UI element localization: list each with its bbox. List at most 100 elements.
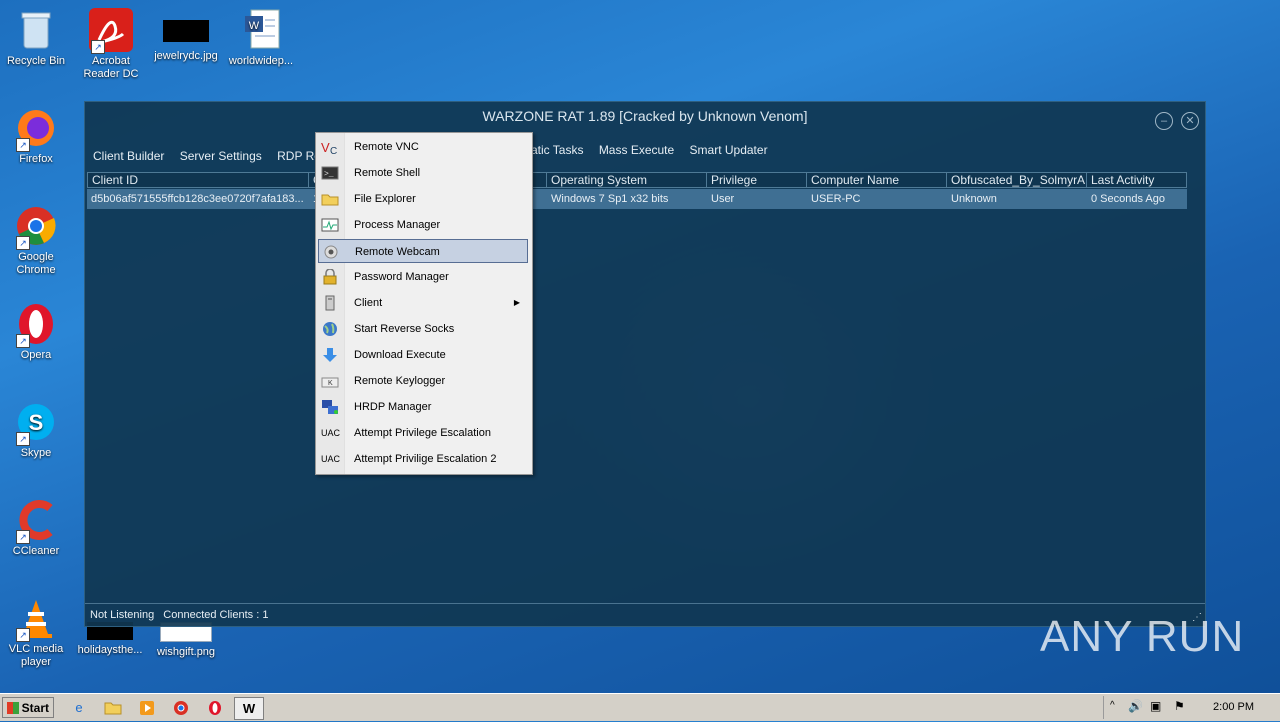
menu-item-label: Remote Webcam [355,246,440,258]
column-header-os[interactable]: Operating System [547,172,707,188]
explorer-taskbar-icon[interactable] [102,697,124,718]
action-center-flag-icon[interactable]: ⚑ [1174,699,1185,713]
start-button[interactable]: Start [2,697,54,718]
menu-item-reverse-socks[interactable]: Start Reverse Socks [318,317,528,341]
svg-text:W: W [249,20,260,32]
shortcut-arrow-icon: ↗ [91,40,105,54]
column-header-computer-name[interactable]: Computer Name [807,172,947,188]
ccleaner-desktop-icon[interactable]: ↗ CCleaner [0,498,72,558]
menu-item-download-execute[interactable]: Download Execute [318,343,528,367]
firefox-label: Firefox [19,153,53,165]
cell-client-id: d5b06af571555ffcb128c3ee0720f7afa183... [91,193,304,205]
chrome-taskbar-icon[interactable] [170,697,192,718]
table-row[interactable]: d5b06af571555ffcb128c3ee0720f7afa183... … [87,189,1187,209]
column-header-privilege[interactable]: Privilege [707,172,807,188]
menu-mass-execute[interactable]: Mass Execute [599,143,674,157]
svg-text:S: S [29,410,44,435]
terminal-icon: >_ [321,165,339,181]
menu-item-hrdp-manager[interactable]: HRDP Manager [318,395,528,419]
warzone-rat-window[interactable]: WARZONE RAT 1.89 [Cracked by Unknown Ven… [84,101,1206,627]
word-doc-desktop-icon[interactable]: W worldwidep... [225,8,297,68]
network-icon[interactable]: ▣ [1150,699,1161,713]
shortcut-arrow-icon: ↗ [16,530,30,544]
vlc-desktop-icon[interactable]: ↗ VLC media player [0,596,72,669]
globe-icon [321,321,339,337]
firefox-desktop-icon[interactable]: ↗ Firefox [0,106,72,166]
menu-item-remote-shell[interactable]: >_ Remote Shell [318,161,528,185]
minimize-button[interactable]: – [1155,112,1173,130]
table-header: Client ID C Operating System Privilege C… [87,172,1187,188]
clock[interactable]: 2:00 PM [1213,701,1254,713]
vlc-label: VLC media player [8,643,64,668]
menu-item-label: Download Execute [354,349,446,361]
column-header-client-id[interactable]: Client ID [87,172,309,188]
menu-item-label: Attempt Privilege Escalation [354,427,491,439]
opera-taskbar-icon[interactable] [204,697,226,718]
menu-item-label: Password Manager [354,271,449,283]
menu-item-process-manager[interactable]: Process Manager [318,213,528,237]
menu-item-password-manager[interactable]: Password Manager [318,265,528,289]
ie-taskbar-icon[interactable]: e [68,697,90,718]
menu-item-remote-webcam[interactable]: Remote Webcam [318,239,528,263]
cell-os: Windows 7 Sp1 x32 bits [551,193,669,205]
cell-obfuscated: Unknown [951,193,997,205]
skype-icon: S ↗ [14,400,58,446]
shortcut-arrow-icon: ↗ [16,628,30,642]
menu-item-remote-vnc[interactable]: VC Remote VNC [318,135,528,159]
acrobat-icon: ↗ [89,8,133,54]
folder-icon [321,191,339,207]
shortcut-arrow-icon: ↗ [16,236,30,250]
menu-client-builder[interactable]: Client Builder [93,149,164,163]
skype-label: Skype [20,447,52,459]
anyrun-watermark: ANY RUN [1040,612,1245,661]
column-header-last-activity[interactable]: Last Activity [1087,172,1187,188]
rdp-icon [321,399,339,415]
submenu-arrow-icon: ▶ [513,298,520,307]
chrome-label: Google Chrome [16,251,56,276]
cell-last-activity: 0 Seconds Ago [1091,193,1166,205]
recycle-bin-icon [14,8,58,52]
media-player-taskbar-icon[interactable] [136,697,158,718]
menu-smart-updater[interactable]: Smart Updater [690,143,768,157]
chrome-desktop-icon[interactable]: ↗ Google Chrome [0,204,72,277]
menu-item-privilege-escalation[interactable]: UAC Attempt Privilege Escalation [318,421,528,445]
taskbar: Start e W ^ 🔊 ▣ ⚑ 2:00 PM [0,693,1280,721]
menu-item-privilege-escalation-2[interactable]: UAC Attempt Privilige Escalation 2 [318,447,528,471]
menu-automatic-tasks[interactable]: atic Tasks [531,143,583,157]
menu-item-remote-keylogger[interactable]: K Remote Keylogger [318,369,528,393]
uac-icon: UAC [321,428,341,438]
opera-desktop-icon[interactable]: ↗ Opera [0,302,72,362]
ccleaner-icon: ↗ [14,498,58,544]
download-icon [321,347,339,363]
process-icon [321,217,339,233]
menu-item-label: Client [354,297,383,309]
skype-desktop-icon[interactable]: S ↗ Skype [0,400,72,460]
cell-privilege: User [711,193,735,205]
svg-text:V: V [321,140,330,155]
shortcut-arrow-icon: ↗ [16,138,30,152]
menu-item-file-explorer[interactable]: File Explorer [318,187,528,211]
menu-item-label: Remote VNC [354,141,419,153]
volume-icon[interactable]: 🔊 [1128,699,1143,713]
opera-icon: ↗ [14,302,58,348]
firefox-icon: ↗ [14,106,58,152]
lock-icon [321,268,339,285]
start-label: Start [21,701,49,715]
svg-text:C: C [330,146,337,155]
menu-item-client[interactable]: Client ▶ [318,291,528,315]
menu-item-label: Remote Keylogger [354,375,446,387]
jewelrydc-desktop-icon[interactable]: jewelrydc.jpg [150,8,222,63]
jewelrydc-label: jewelrydc.jpg [154,50,218,62]
acrobat-desktop-icon[interactable]: ↗ Acrobat Reader DC [75,8,147,81]
recycle-bin-desktop-icon[interactable]: Recycle Bin [0,8,72,68]
warzone-taskbar-button[interactable]: W [234,697,264,720]
close-button[interactable]: ✕ [1181,112,1199,130]
connected-clients-status: Connected Clients : 1 [163,609,269,621]
column-header-obfuscated[interactable]: Obfuscated_By_SolmyrA [947,172,1087,188]
menu-item-label: Remote Shell [354,167,421,179]
vlc-cone-icon: ↗ [14,596,58,642]
main-menu-bar-right: atic Tasks Mass Execute Smart Updater [531,143,780,157]
recycle-bin-label: Recycle Bin [6,55,66,67]
tray-expand-icon[interactable]: ^ [1110,700,1115,711]
menu-server-settings[interactable]: Server Settings [180,149,262,163]
